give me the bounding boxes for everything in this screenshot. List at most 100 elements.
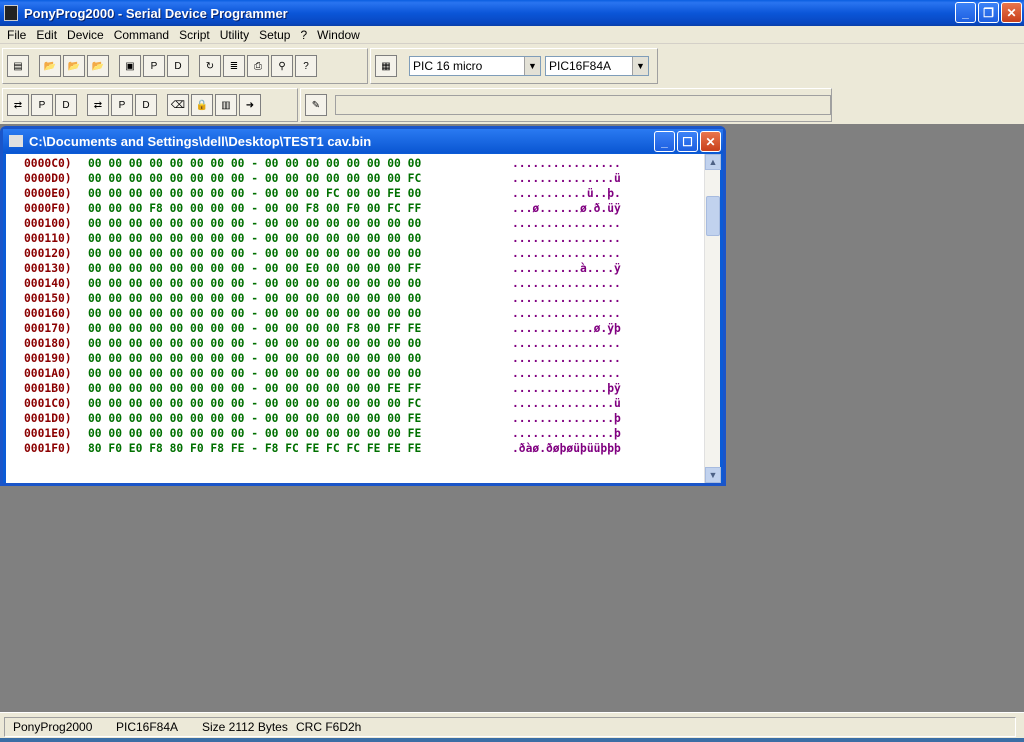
hex-ascii[interactable]: ..............þÿ bbox=[512, 381, 621, 396]
hex-bytes[interactable]: 00 00 00 00 00 00 00 00 - 00 00 00 00 00… bbox=[88, 231, 512, 246]
hex-row[interactable]: 000180) 00 00 00 00 00 00 00 00 - 00 00 0… bbox=[6, 336, 706, 351]
hex-row[interactable]: 0001B0) 00 00 00 00 00 00 00 00 - 00 00 0… bbox=[6, 381, 706, 396]
config-bits-icon[interactable]: ▥ bbox=[215, 94, 237, 116]
hex-row[interactable]: 0001A0) 00 00 00 00 00 00 00 00 - 00 00 0… bbox=[6, 366, 706, 381]
restore-button[interactable]: ❐ bbox=[978, 2, 999, 23]
reload-icon[interactable]: ↻ bbox=[199, 55, 221, 77]
hex-row[interactable]: 000130) 00 00 00 00 00 00 00 00 - 00 00 E… bbox=[6, 261, 706, 276]
hex-row[interactable]: 000150) 00 00 00 00 00 00 00 00 - 00 00 0… bbox=[6, 291, 706, 306]
hex-row[interactable]: 000120) 00 00 00 00 00 00 00 00 - 00 00 0… bbox=[6, 246, 706, 261]
hex-bytes[interactable]: 00 00 00 00 00 00 00 00 - 00 00 00 00 00… bbox=[88, 156, 512, 171]
edit-notes-icon[interactable]: ≣ bbox=[223, 55, 245, 77]
hex-bytes[interactable]: 00 00 00 00 00 00 00 00 - 00 00 00 00 00… bbox=[88, 381, 512, 396]
hex-ascii[interactable]: ............ø.ÿþ bbox=[512, 321, 621, 336]
write-all-icon[interactable]: ⇄ bbox=[87, 94, 109, 116]
hex-bytes[interactable]: 00 00 00 00 00 00 00 00 - 00 00 00 00 00… bbox=[88, 291, 512, 306]
hex-ascii[interactable]: ..........à....ÿ bbox=[512, 261, 621, 276]
hex-bytes[interactable]: 00 00 00 00 00 00 00 00 - 00 00 00 00 00… bbox=[88, 171, 512, 186]
edit-note-icon[interactable]: ✎ bbox=[305, 94, 327, 116]
save-icon[interactable]: ▣ bbox=[119, 55, 141, 77]
hex-row[interactable]: 000160) 00 00 00 00 00 00 00 00 - 00 00 0… bbox=[6, 306, 706, 321]
open-icon[interactable]: 📂 bbox=[39, 55, 61, 77]
hex-bytes[interactable]: 00 00 00 00 00 00 00 00 - 00 00 00 00 00… bbox=[88, 216, 512, 231]
lock-icon[interactable]: 🔒 bbox=[191, 94, 213, 116]
save-data-icon[interactable]: D bbox=[167, 55, 189, 77]
menu-window[interactable]: Window bbox=[312, 28, 365, 42]
hex-row[interactable]: 0000E0) 00 00 00 00 00 00 00 00 - 00 00 0… bbox=[6, 186, 706, 201]
hex-ascii[interactable]: ................ bbox=[512, 231, 621, 246]
hex-ascii[interactable]: ...ø......ø.ð.üÿ bbox=[512, 201, 621, 216]
hex-bytes[interactable]: 00 00 00 00 00 00 00 00 - 00 00 00 00 00… bbox=[88, 276, 512, 291]
scroll-up-icon[interactable]: ▲ bbox=[705, 154, 721, 170]
device-model-select[interactable]: PIC16F84A ▼ bbox=[545, 56, 649, 76]
hex-row[interactable]: 000100) 00 00 00 00 00 00 00 00 - 00 00 0… bbox=[6, 216, 706, 231]
hex-bytes[interactable]: 00 00 00 00 00 00 00 00 - 00 00 00 00 00… bbox=[88, 411, 512, 426]
hex-ascii[interactable]: ................ bbox=[512, 156, 621, 171]
hex-bytes[interactable]: 00 00 00 00 00 00 00 00 - 00 00 00 00 00… bbox=[88, 396, 512, 411]
hex-ascii[interactable]: ...............ü bbox=[512, 171, 621, 186]
new-window-icon[interactable]: ▤ bbox=[7, 55, 29, 77]
hex-ascii[interactable]: ...............þ bbox=[512, 411, 621, 426]
hex-row[interactable]: 0001E0) 00 00 00 00 00 00 00 00 - 00 00 0… bbox=[6, 426, 706, 441]
help-icon[interactable]: ? bbox=[295, 55, 317, 77]
read-program-icon[interactable]: P bbox=[31, 94, 53, 116]
read-data-icon[interactable]: D bbox=[55, 94, 77, 116]
hex-ascii[interactable]: ...............ü bbox=[512, 396, 621, 411]
hex-ascii[interactable]: .ðàø.ðøþøüþüüþþþ bbox=[512, 441, 621, 456]
hex-ascii[interactable]: ................ bbox=[512, 351, 621, 366]
device-family-select[interactable]: PIC 16 micro ▼ bbox=[409, 56, 541, 76]
menu-edit[interactable]: Edit bbox=[31, 28, 62, 42]
hex-bytes[interactable]: 00 00 00 00 00 00 00 00 - 00 00 00 00 00… bbox=[88, 426, 512, 441]
menu-device[interactable]: Device bbox=[62, 28, 109, 42]
hex-row[interactable]: 0000F0) 00 00 00 F8 00 00 00 00 - 00 00 F… bbox=[6, 201, 706, 216]
hex-ascii[interactable]: ................ bbox=[512, 246, 621, 261]
erase-icon[interactable]: ⌫ bbox=[167, 94, 189, 116]
hex-ascii[interactable]: ................ bbox=[512, 276, 621, 291]
scroll-thumb[interactable] bbox=[706, 196, 720, 236]
hex-row[interactable]: 0001F0) 80 F0 E0 F8 80 F0 F8 FE - F8 FC F… bbox=[6, 441, 706, 456]
print-icon[interactable]: ⎙ bbox=[247, 55, 269, 77]
hex-ascii[interactable]: ................ bbox=[512, 366, 621, 381]
scroll-down-icon[interactable]: ▼ bbox=[705, 467, 721, 483]
run-script-icon[interactable]: ➜ bbox=[239, 94, 261, 116]
hex-ascii[interactable]: ................ bbox=[512, 336, 621, 351]
hex-bytes[interactable]: 80 F0 E0 F8 80 F0 F8 FE - F8 FC FE FC FC… bbox=[88, 441, 512, 456]
minimize-button[interactable]: _ bbox=[955, 2, 976, 23]
read-all-icon[interactable]: ⇄ bbox=[7, 94, 29, 116]
hex-row[interactable]: 000110) 00 00 00 00 00 00 00 00 - 00 00 0… bbox=[6, 231, 706, 246]
hex-bytes[interactable]: 00 00 00 00 00 00 00 00 - 00 00 00 00 00… bbox=[88, 246, 512, 261]
write-program-icon[interactable]: P bbox=[111, 94, 133, 116]
hex-bytes[interactable]: 00 00 00 00 00 00 00 00 - 00 00 00 FC 00… bbox=[88, 186, 512, 201]
hex-row[interactable]: 000190) 00 00 00 00 00 00 00 00 - 00 00 0… bbox=[6, 351, 706, 366]
hex-row[interactable]: 0001C0) 00 00 00 00 00 00 00 00 - 00 00 0… bbox=[6, 396, 706, 411]
hex-bytes[interactable]: 00 00 00 00 00 00 00 00 - 00 00 00 00 00… bbox=[88, 366, 512, 381]
hex-row[interactable]: 000170) 00 00 00 00 00 00 00 00 - 00 00 0… bbox=[6, 321, 706, 336]
vertical-scrollbar[interactable]: ▲ ▼ bbox=[704, 154, 721, 483]
hex-row[interactable]: 0001D0) 00 00 00 00 00 00 00 00 - 00 00 0… bbox=[6, 411, 706, 426]
hex-row[interactable]: 000140) 00 00 00 00 00 00 00 00 - 00 00 0… bbox=[6, 276, 706, 291]
hex-row[interactable]: 0000C0) 00 00 00 00 00 00 00 00 - 00 00 0… bbox=[6, 156, 706, 171]
hex-bytes[interactable]: 00 00 00 00 00 00 00 00 - 00 00 00 00 F8… bbox=[88, 321, 512, 336]
hex-row[interactable]: 0000D0) 00 00 00 00 00 00 00 00 - 00 00 0… bbox=[6, 171, 706, 186]
menu-setup[interactable]: Setup bbox=[254, 28, 295, 42]
menu-file[interactable]: File bbox=[2, 28, 31, 42]
hex-ascii[interactable]: ................ bbox=[512, 216, 621, 231]
hex-bytes[interactable]: 00 00 00 00 00 00 00 00 - 00 00 E0 00 00… bbox=[88, 261, 512, 276]
open-program-icon[interactable]: 📂 bbox=[63, 55, 85, 77]
hex-bytes[interactable]: 00 00 00 F8 00 00 00 00 - 00 00 F8 00 F0… bbox=[88, 201, 512, 216]
hex-bytes[interactable]: 00 00 00 00 00 00 00 00 - 00 00 00 00 00… bbox=[88, 336, 512, 351]
hex-ascii[interactable]: ................ bbox=[512, 291, 621, 306]
menu-command[interactable]: Command bbox=[109, 28, 174, 42]
child-close-button[interactable]: ✕ bbox=[700, 131, 721, 152]
write-data-icon[interactable]: D bbox=[135, 94, 157, 116]
menu-script[interactable]: Script bbox=[174, 28, 215, 42]
hex-bytes[interactable]: 00 00 00 00 00 00 00 00 - 00 00 00 00 00… bbox=[88, 351, 512, 366]
menu-utility[interactable]: Utility bbox=[215, 28, 254, 42]
close-button[interactable]: ✕ bbox=[1001, 2, 1022, 23]
open-data-icon[interactable]: 📂 bbox=[87, 55, 109, 77]
hex-ascii[interactable]: ...............þ bbox=[512, 426, 621, 441]
hex-ascii[interactable]: ................ bbox=[512, 306, 621, 321]
zoom-icon[interactable]: ⚲ bbox=[271, 55, 293, 77]
menu-help[interactable]: ? bbox=[295, 28, 312, 42]
child-maximize-button[interactable]: ☐ bbox=[677, 131, 698, 152]
